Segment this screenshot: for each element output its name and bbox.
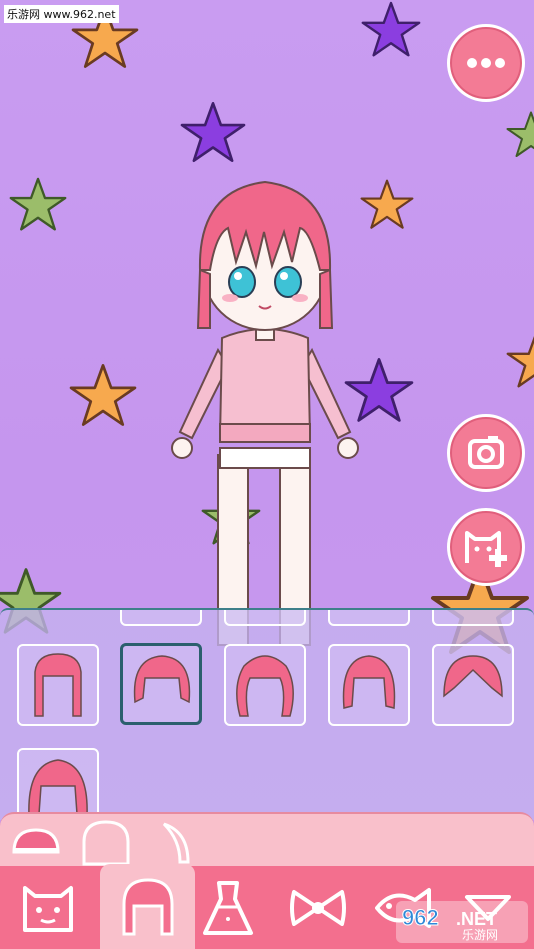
hair-style-icon (133, 655, 191, 704)
hair-style-icon (34, 653, 82, 717)
hair-category-icon (122, 877, 173, 935)
category-dress[interactable] (180, 866, 275, 949)
more-dots-icon (467, 58, 505, 68)
site-logo: 962 .NET 乐游网 (396, 901, 528, 943)
category-bar: 962 .NET 乐游网 (0, 864, 534, 949)
hair-tile-row-above (328, 610, 410, 626)
character-doll (171, 180, 359, 646)
cat-face-icon (22, 885, 73, 932)
star-decoration (69, 364, 137, 426)
category-face[interactable] (0, 866, 95, 949)
star-decoration (506, 335, 534, 388)
side-hair-tab-icon[interactable] (158, 822, 194, 866)
hair-style-icon (236, 655, 294, 717)
camera-button[interactable] (447, 414, 525, 492)
hair-tile-row-above (224, 610, 306, 626)
dress-icon (202, 880, 253, 935)
star-decoration (361, 1, 421, 57)
watermark-text: 乐游网 www.962.net (4, 5, 119, 23)
hair-style-4[interactable] (328, 644, 410, 726)
hair-style-icon (443, 655, 503, 698)
back-hair-tab-icon[interactable] (80, 820, 132, 866)
svg-text:962: 962 (402, 905, 439, 930)
svg-text:.NET: .NET (456, 909, 497, 929)
hair-tile-row-above (432, 610, 514, 626)
game-stage: 乐游网 www.962.net 962 .NET 乐游网 (0, 0, 534, 949)
star-decoration (180, 101, 246, 163)
more-button[interactable] (447, 24, 525, 102)
hair-style-3[interactable] (224, 644, 306, 726)
cat-face-plus-icon (465, 531, 507, 567)
hair-style-2[interactable] (120, 643, 202, 725)
hair-item-panel (0, 608, 534, 830)
category-bow[interactable] (270, 866, 365, 949)
hair-style-icon (342, 655, 396, 709)
front-hair-tab-icon[interactable] (10, 826, 62, 856)
star-decoration (9, 177, 67, 231)
svg-text:乐游网: 乐游网 (462, 928, 498, 942)
add-character-button[interactable] (447, 508, 525, 586)
hair-style-5[interactable] (432, 644, 514, 726)
camera-icon (468, 436, 504, 469)
star-decoration (506, 111, 534, 157)
hair-style-1[interactable] (17, 644, 99, 726)
hair-tile-row-above (120, 610, 202, 626)
bow-icon (289, 889, 346, 926)
